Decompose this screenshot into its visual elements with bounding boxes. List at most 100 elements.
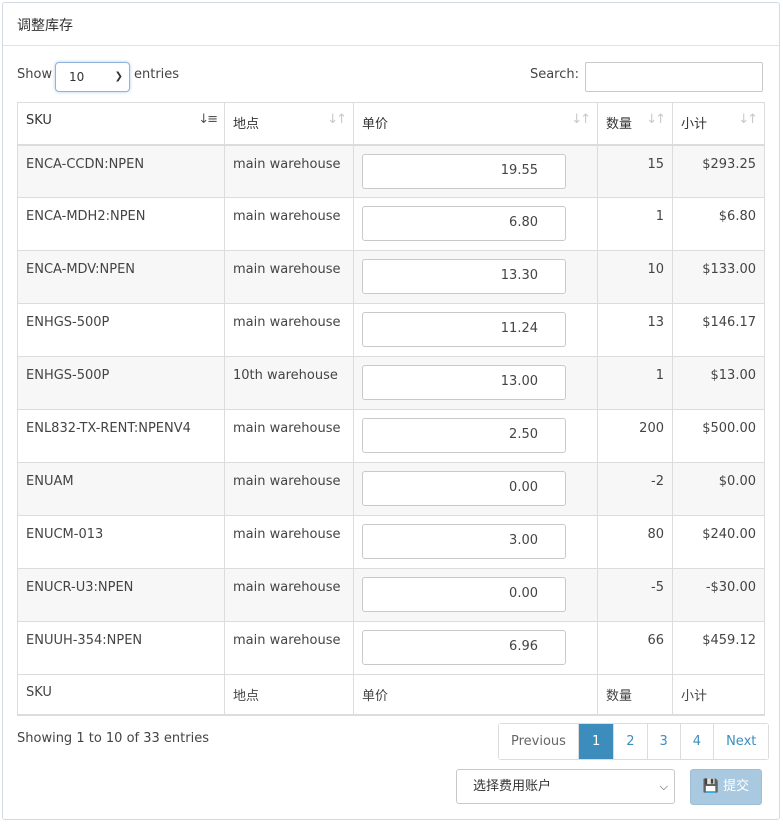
sku-cell: ENUCR-U3:NPEN: [17, 568, 225, 622]
unit-price-input[interactable]: 13.00: [362, 365, 566, 400]
subtotal-cell: $240.00: [672, 515, 765, 569]
chevron-down-icon: ⌵: [659, 780, 668, 793]
next-page-button[interactable]: Next: [713, 724, 769, 759]
table-row: ENHGS-500P 10th warehouse 13.00 1 $13.00: [17, 356, 765, 410]
column-header-label: 地点: [233, 117, 260, 132]
chevron-down-icon: ❯: [114, 71, 123, 82]
location-cell: main warehouse: [224, 250, 354, 304]
table-info: Showing 1 to 10 of 33 entries: [17, 731, 209, 746]
unit-price-input[interactable]: 6.96: [362, 630, 566, 665]
column-header-label: 数量: [606, 117, 633, 132]
page-3-button[interactable]: 3: [646, 724, 680, 759]
entries-label: entries: [134, 67, 180, 82]
column-header-label: 单价: [362, 117, 389, 132]
table-row: ENCA-MDV:NPEN main warehouse 13.30 10 $133.0…: [17, 250, 765, 304]
sku-cell: ENCA-CCDN:NPEN: [17, 144, 225, 198]
location-cell: 10th warehouse: [224, 356, 354, 410]
quantity-cell: -5: [597, 568, 673, 622]
sort-icon: ↓↑: [571, 112, 591, 127]
sku-cell: ENCA-MDV:NPEN: [17, 250, 225, 304]
location-cell: main warehouse: [224, 303, 354, 357]
table-row: ENL832-TX-RENT:NPENV4 main warehouse 2.50 2…: [17, 409, 765, 463]
unit-price-input[interactable]: 0.00: [362, 577, 566, 612]
subtotal-cell: $133.00: [672, 250, 765, 304]
price-cell: 0.00: [353, 568, 598, 622]
unit-price-input[interactable]: 2.50: [362, 418, 566, 453]
location-cell: main warehouse: [224, 197, 354, 251]
column-footer-qty: 数量: [597, 674, 673, 716]
panel-title: 调整库存: [3, 3, 779, 46]
inventory-table: SKU ↓≡ 地点 ↓↑ 单价 ↓↑ 数量 ↓↑ 小计 ↓↑ ENCA-CCDN:NPEN main…: [17, 102, 765, 716]
unit-price-input[interactable]: 13.30: [362, 259, 566, 294]
subtotal-cell: $293.25: [672, 144, 765, 198]
quantity-cell: 66: [597, 621, 673, 675]
submit-label: 提交: [723, 779, 750, 794]
column-header-location[interactable]: 地点 ↓↑: [224, 102, 354, 146]
adjust-inventory-panel: 调整库存 Show 10 ❯ entries Search: SKU ↓≡ 地点 ↓↑…: [2, 2, 780, 820]
unit-price-input[interactable]: 11.24: [362, 312, 566, 347]
price-cell: 19.55: [353, 144, 598, 198]
price-cell: 13.00: [353, 356, 598, 410]
table-row: ENUAM main warehouse 0.00 -2 $0.00: [17, 462, 765, 516]
location-cell: main warehouse: [224, 621, 354, 675]
quantity-cell: 1: [597, 356, 673, 410]
column-footer-price: 单价: [353, 674, 598, 716]
entries-per-page-select[interactable]: 10 ❯: [55, 62, 130, 92]
sku-cell: ENUAM: [17, 462, 225, 516]
search-label: Search:: [529, 67, 579, 82]
sku-cell: ENHGS-500P: [17, 356, 225, 410]
column-header-label: SKU: [26, 113, 52, 128]
page-2-button[interactable]: 2: [613, 724, 647, 759]
sku-cell: ENL832-TX-RENT:NPENV4: [17, 409, 225, 463]
quantity-cell: 200: [597, 409, 673, 463]
table-row: ENCA-CCDN:NPEN main warehouse 19.55 15 $293.…: [17, 144, 765, 198]
pagination: Previous 1 2 3 4 Next: [498, 723, 770, 760]
submit-button[interactable]: 💾 提交: [690, 769, 762, 805]
unit-price-input[interactable]: 19.55: [362, 153, 566, 189]
subtotal-cell: $0.00: [672, 462, 765, 516]
location-cell: main warehouse: [224, 515, 354, 569]
column-footer-subtotal: 小计: [672, 674, 765, 716]
subtotal-cell: -$30.00: [672, 568, 765, 622]
unit-price-input[interactable]: 6.80: [362, 206, 566, 241]
previous-page-button[interactable]: Previous: [499, 724, 578, 759]
price-cell: 11.24: [353, 303, 598, 357]
sku-cell: ENUCM-013: [17, 515, 225, 569]
unit-price-input[interactable]: 3.00: [362, 524, 566, 559]
column-header-label: 小计: [681, 117, 708, 132]
save-icon: 💾: [702, 779, 720, 794]
show-label: Show: [17, 67, 53, 82]
price-cell: 6.80: [353, 197, 598, 251]
price-cell: 3.00: [353, 515, 598, 569]
subtotal-cell: $6.80: [672, 197, 765, 251]
quantity-cell: 13: [597, 303, 673, 357]
column-header-price[interactable]: 单价 ↓↑: [353, 102, 598, 146]
page-4-button[interactable]: 4: [679, 724, 714, 759]
quantity-cell: -2: [597, 462, 673, 516]
table-row: ENUUH-354:NPEN main warehouse 6.96 66 $459.1…: [17, 621, 765, 675]
quantity-cell: 1: [597, 197, 673, 251]
column-footer-sku: SKU: [17, 674, 225, 716]
column-footer-location: 地点: [224, 674, 354, 716]
location-cell: main warehouse: [224, 462, 354, 516]
quantity-cell: 15: [597, 144, 673, 198]
location-cell: main warehouse: [224, 144, 354, 198]
table-row: ENHGS-500P main warehouse 11.24 13 $146.17: [17, 303, 765, 357]
price-cell: 13.30: [353, 250, 598, 304]
column-header-subtotal[interactable]: 小计 ↓↑: [672, 102, 765, 146]
quantity-cell: 80: [597, 515, 673, 569]
price-cell: 6.96: [353, 621, 598, 675]
expense-account-value: 选择费用账户: [473, 779, 552, 794]
sku-cell: ENCA-MDH2:NPEN: [17, 197, 225, 251]
column-header-sku[interactable]: SKU ↓≡: [17, 102, 225, 146]
search-input[interactable]: [585, 62, 763, 92]
column-header-qty[interactable]: 数量 ↓↑: [597, 102, 673, 146]
expense-account-select[interactable]: 选择费用账户 ⌵: [456, 769, 675, 804]
subtotal-cell: $459.12: [672, 621, 765, 675]
sort-icon: ↓↑: [327, 112, 347, 127]
page-1-button[interactable]: 1: [577, 724, 614, 759]
subtotal-cell: $500.00: [672, 409, 765, 463]
unit-price-input[interactable]: 0.00: [362, 471, 566, 506]
location-cell: main warehouse: [224, 409, 354, 463]
subtotal-cell: $146.17: [672, 303, 765, 357]
